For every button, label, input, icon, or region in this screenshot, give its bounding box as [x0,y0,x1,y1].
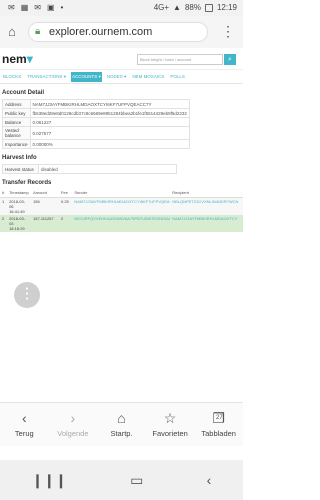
nav-nem-mosaics[interactable]: NEM Mosaics [131,72,165,81]
amount: 156 [31,197,59,215]
battery-level: 88% [184,3,201,12]
address-value: NAM7JJ3AYFMBKIRHLMDAOXTCYI6KF7UFPVQEACC7… [29,99,190,109]
address-field[interactable]: 🔒︎ explorer.ournem.com [28,22,208,42]
col-header: Sender [72,189,171,198]
row-label: Harvest status [2,164,39,174]
table-row: Vested balance 0.027577 [2,126,190,140]
browser-toolbar: ‹ Terug › Volgende ⌂ Startp. ☆ Favoriete… [0,402,243,446]
table-row: Address NAM7JJ3AYFMBKIRHLMDAOXTCYI6KF7UF… [2,99,190,109]
system-nav-bar: ❙❙❙ ▭ ‹ [0,460,243,500]
row-label: Address [2,99,31,109]
nem-logo[interactable]: nem▾ [2,52,33,66]
col-header: # [0,189,8,198]
row-label: Importance [2,139,31,149]
dot-icon: • [60,3,64,12]
clock: 12:19 [216,3,237,12]
harvest-info-table: Harvest status disabled [2,164,177,174]
search-button[interactable]: ⌕ [224,54,236,65]
star-icon: ☆ [163,410,177,426]
row-number: 1 [0,197,8,215]
nav-transactions[interactable]: Transactions ▾ [26,72,67,82]
nav-accounts[interactable]: Accounts ▾ [71,71,102,82]
network-indicator: 4G+ [153,3,170,12]
table-row: Harvest status disabled [2,164,177,174]
table-row: 1 2018-03-06 16:41:49 156 0.25 NAM7JJ3AY… [0,197,243,215]
fee: 2 [58,214,73,232]
harvest-status-value: disabled [38,164,177,174]
balance-value: 0.061227 [29,117,190,127]
more-menu-icon[interactable]: ⋮ [221,24,235,38]
mail-icon-2: ✉ [34,3,41,12]
home-label: Startp. [110,429,133,438]
row-label: Vested balance [2,126,31,140]
recipient-link[interactable]: NAM7JJ3AYFMBKIRHLMDAOXTCY [170,214,243,232]
col-header: Amount [31,189,59,198]
bookmarks-button[interactable]: ☆ Favorieten [146,403,195,446]
image-icon: ▣ [46,3,55,12]
table-row: Importance 0.00000% [2,139,190,149]
sender-link[interactable]: NDSJRFQVVKHKAA2H6NV6A75PBTUIB57DGNDI6AWF… [72,214,171,232]
account-detail-title: Account Detail [2,90,45,96]
forward-button[interactable]: › Volgende [49,403,98,446]
timestamp: 2018-03-03 18:16:29 [7,214,32,232]
table-row: Balance 0.061227 [2,117,190,127]
account-detail-table: Address NAM7JJ3AYFMBKIRHLMDAOXTCYI6KF7UF… [2,99,190,149]
vested-balance-value: 0.027577 [29,126,190,140]
home-page-icon: ⌂ [117,410,126,426]
table-row: 2 2018-03-03 18:16:29 157.111257 2 NDSJR… [0,214,243,232]
row-label: Public key [2,108,31,118]
back-icon: ‹ [21,410,27,426]
status-bar: ✉ ▦ ✉ ▣ • 4G+ ▲ 88% 12:19 [0,0,243,16]
harvest-info-title: Harvest Info [2,155,37,161]
row-number: 2 [0,214,8,232]
sender-link[interactable]: NAM7JJ3AYFMBKIRHLMDAOXTCYI6KF7UFPVQEACC7… [72,197,171,215]
notification-icons: ✉ ▦ ✉ ▣ • [8,3,63,12]
home-system-icon[interactable]: ▭ [130,472,143,489]
public-key-value: fb538ed28e8d0128cdb37c8c6669e8951284bbea… [29,108,190,118]
grid-icon: ▦ [20,3,29,12]
col-header: Timestamp [7,189,32,198]
mail-icon: ✉ [8,3,15,12]
tabs-icon: ❐ 27 [212,410,225,426]
transfer-records-table: # Timestamp Amount Fee Sender Recipient … [0,189,243,232]
site-header: nem▾ Block height / hash / account ⌕ [0,48,243,70]
col-header: Fee [58,189,73,198]
recents-icon[interactable]: ❙❙❙ [32,472,67,489]
forward-label: Volgende [57,429,89,438]
table-header-row: # Timestamp Amount Fee Sender Recipient [0,189,243,198]
back-system-icon[interactable]: ‹ [207,472,212,488]
page-content: Account Detail Address NAM7JJ3AYFMBKIRHL… [0,90,243,232]
transfer-records-title: Transfer Records [2,180,52,186]
col-header: Recipient [170,189,243,198]
url-text[interactable]: explorer.ournem.com [49,26,152,38]
search-icon: ⌕ [228,56,232,63]
back-button[interactable]: ‹ Terug [0,403,49,446]
home-icon[interactable]: ⌂ [8,25,22,39]
nav-polls[interactable]: Polls [169,72,186,81]
search-input[interactable]: Block height / hash / account [137,54,223,65]
recipient-link[interactable]: NBLQNPETZ3CVXNLIN4NDR7WCN [170,197,243,215]
forward-icon: › [70,410,76,426]
amount: 157.111257 [31,214,59,232]
main-nav: Blocks Transactions ▾ Accounts ▾ Nodes ▾… [0,70,243,84]
importance-value: 0.00000% [29,139,190,149]
tabs-label: Tabbladen [201,429,236,438]
fee: 0.25 [58,197,73,215]
tabs-button[interactable]: ❐ 27 Tabbladen [194,403,243,446]
floating-menu-button[interactable]: ● ● ● [14,282,40,308]
timestamp: 2018-03-06 16:41:49 [7,197,32,215]
bookmarks-label: Favorieten [152,429,188,438]
row-label: Balance [2,117,31,127]
tab-count: 27 [215,415,223,421]
lock-icon: 🔒︎ [35,26,41,37]
home-button[interactable]: ⌂ Startp. [97,403,146,446]
table-row: Public key fb538ed28e8d0128cdb37c8c6669e… [2,108,190,118]
back-label: Terug [14,429,34,438]
nav-blocks[interactable]: Blocks [2,72,22,81]
signal-icon: ▲ [173,3,181,12]
browser-url-bar: ⌂ 🔒︎ explorer.ournem.com ⋮ [0,16,243,48]
nav-nodes[interactable]: Nodes ▾ [106,72,128,82]
more-vertical-icon: ● ● ● [25,286,29,302]
battery-icon [204,3,213,12]
